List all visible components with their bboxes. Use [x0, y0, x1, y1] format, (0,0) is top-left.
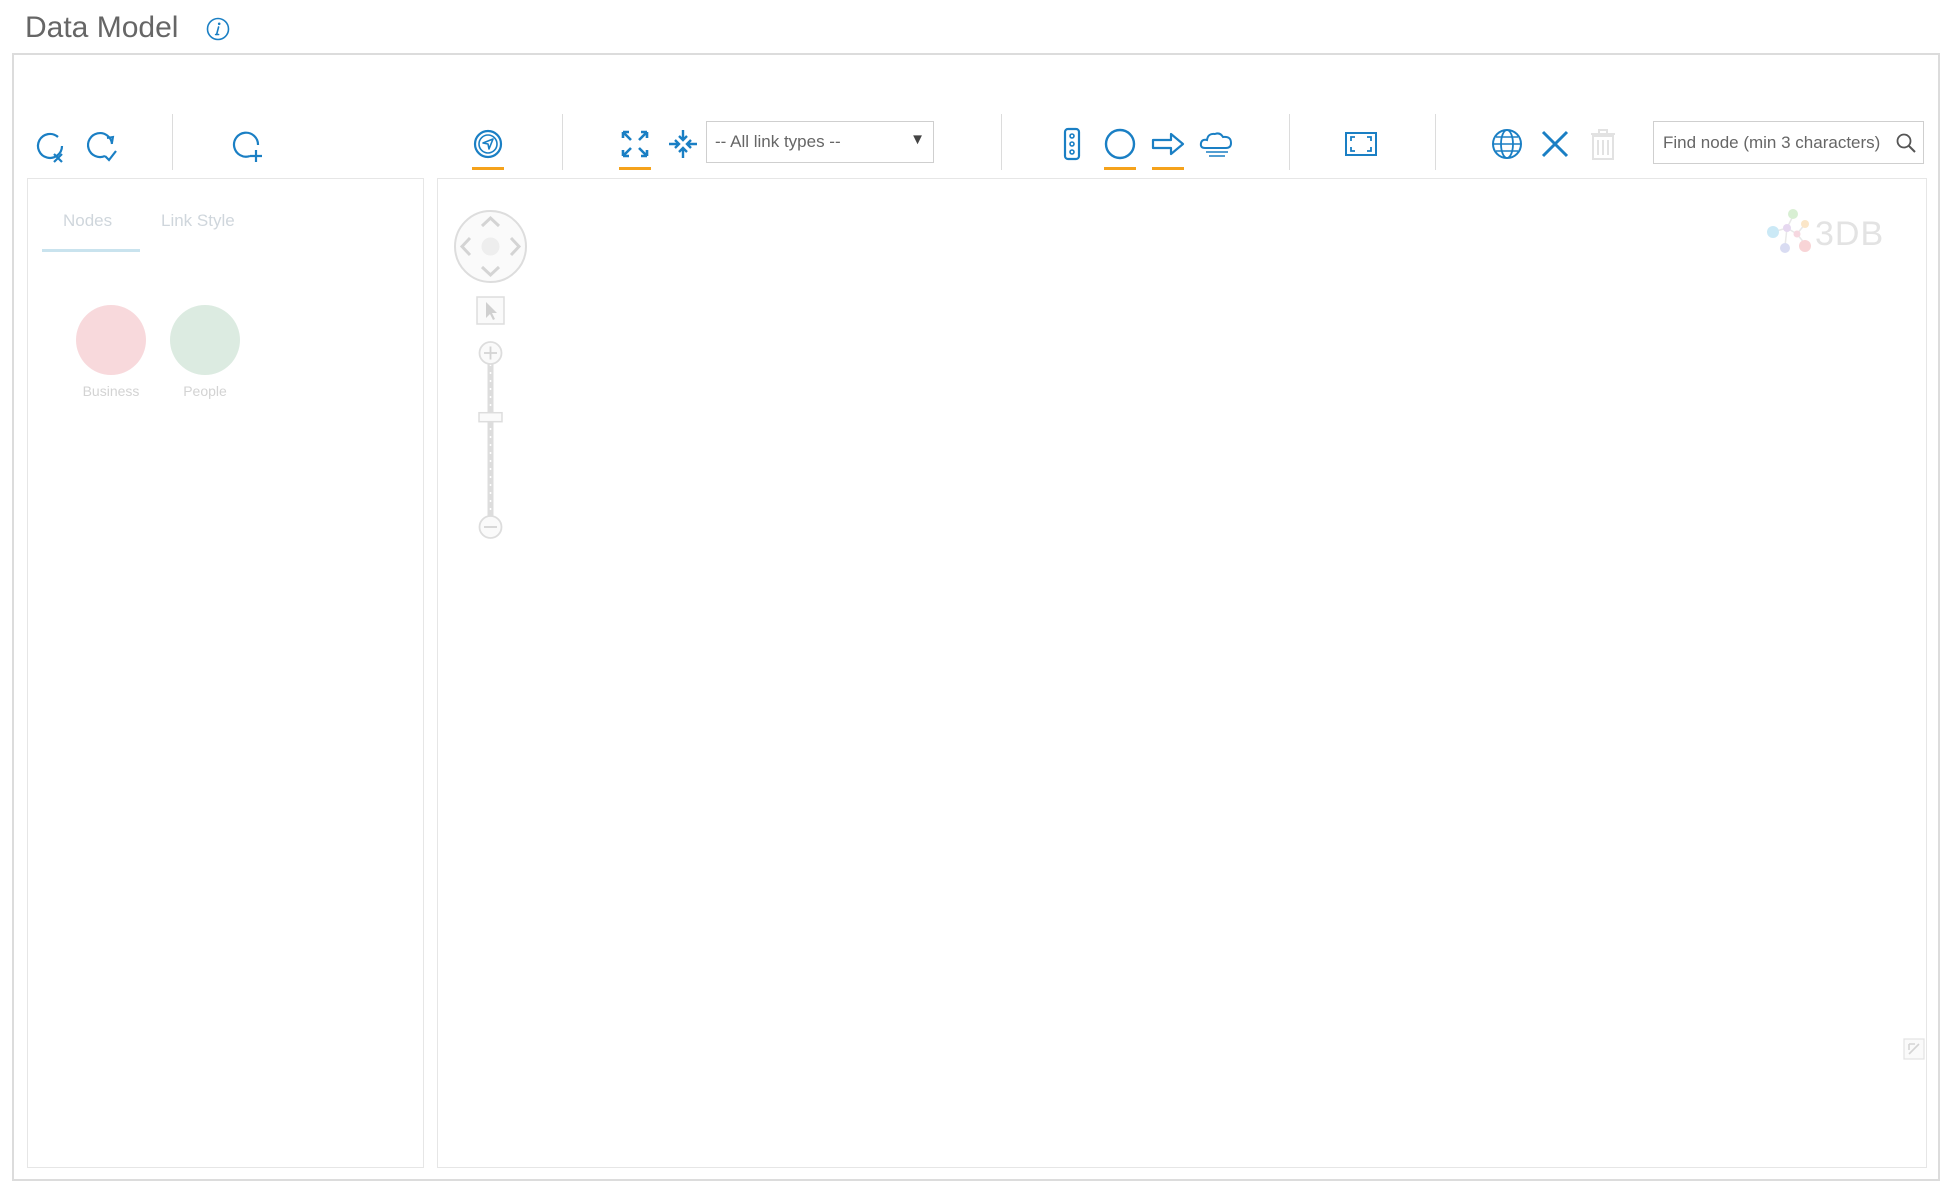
deselect-all-icon[interactable]	[31, 126, 71, 166]
close-icon[interactable]	[1535, 124, 1575, 164]
tab-link-style[interactable]: Link Style	[161, 211, 235, 231]
node-shape-icon[interactable]	[1100, 124, 1140, 170]
link-type-selected: -- All link types --	[715, 132, 841, 151]
link-type-select[interactable]: -- All link types -- ▼	[706, 121, 934, 163]
search-input[interactable]	[1654, 122, 1884, 163]
toolbar-separator	[1289, 114, 1290, 170]
legend-node-business[interactable]	[76, 305, 146, 375]
tab-active-underline	[42, 249, 140, 252]
pointer-icon[interactable]	[476, 296, 505, 325]
toolbar-separator	[1435, 114, 1436, 170]
search-box	[1653, 121, 1924, 164]
graph-canvas[interactable]	[437, 178, 1927, 1168]
app-logo: 3DB	[1763, 206, 1893, 258]
link-arrow-icon[interactable]	[1148, 124, 1188, 170]
zoom-slider[interactable]	[476, 340, 505, 540]
active-indicator	[1152, 167, 1184, 170]
logo-graph-icon	[1767, 209, 1811, 253]
toolbar-separator	[1001, 114, 1002, 170]
dropdown-arrow-icon: ▼	[910, 131, 925, 148]
navigate-icon[interactable]	[468, 124, 508, 170]
overview-toggle-icon[interactable]	[1903, 1038, 1925, 1060]
delete-icon[interactable]	[1583, 124, 1623, 164]
cloud-icon[interactable]	[1196, 124, 1236, 164]
active-indicator	[1104, 167, 1136, 170]
fullscreen-icon[interactable]	[1341, 124, 1381, 164]
search-icon[interactable]	[1895, 132, 1917, 154]
collapse-icon[interactable]	[663, 124, 703, 164]
tab-nodes[interactable]: Nodes	[63, 211, 112, 231]
page-title: Data Model	[25, 11, 179, 44]
select-all-icon[interactable]	[81, 126, 121, 166]
toolbar-separator	[172, 114, 173, 170]
properties-panel-icon[interactable]	[1052, 124, 1092, 164]
active-indicator	[619, 167, 651, 170]
left-panel: Nodes Link Style Business People	[27, 178, 424, 1168]
legend-label-people: People	[183, 383, 227, 399]
zoom-handle[interactable]	[478, 411, 503, 423]
toolbar-separator	[562, 114, 563, 170]
logo-text: 3DB	[1815, 215, 1885, 253]
pan-control[interactable]	[453, 209, 528, 284]
expand-icon[interactable]	[615, 124, 655, 170]
active-indicator	[472, 167, 504, 170]
globe-icon[interactable]	[1487, 124, 1527, 164]
legend-node-people[interactable]	[170, 305, 240, 375]
info-icon[interactable]	[206, 17, 230, 41]
add-node-icon[interactable]	[227, 126, 267, 166]
legend-label-business: Business	[82, 383, 140, 399]
